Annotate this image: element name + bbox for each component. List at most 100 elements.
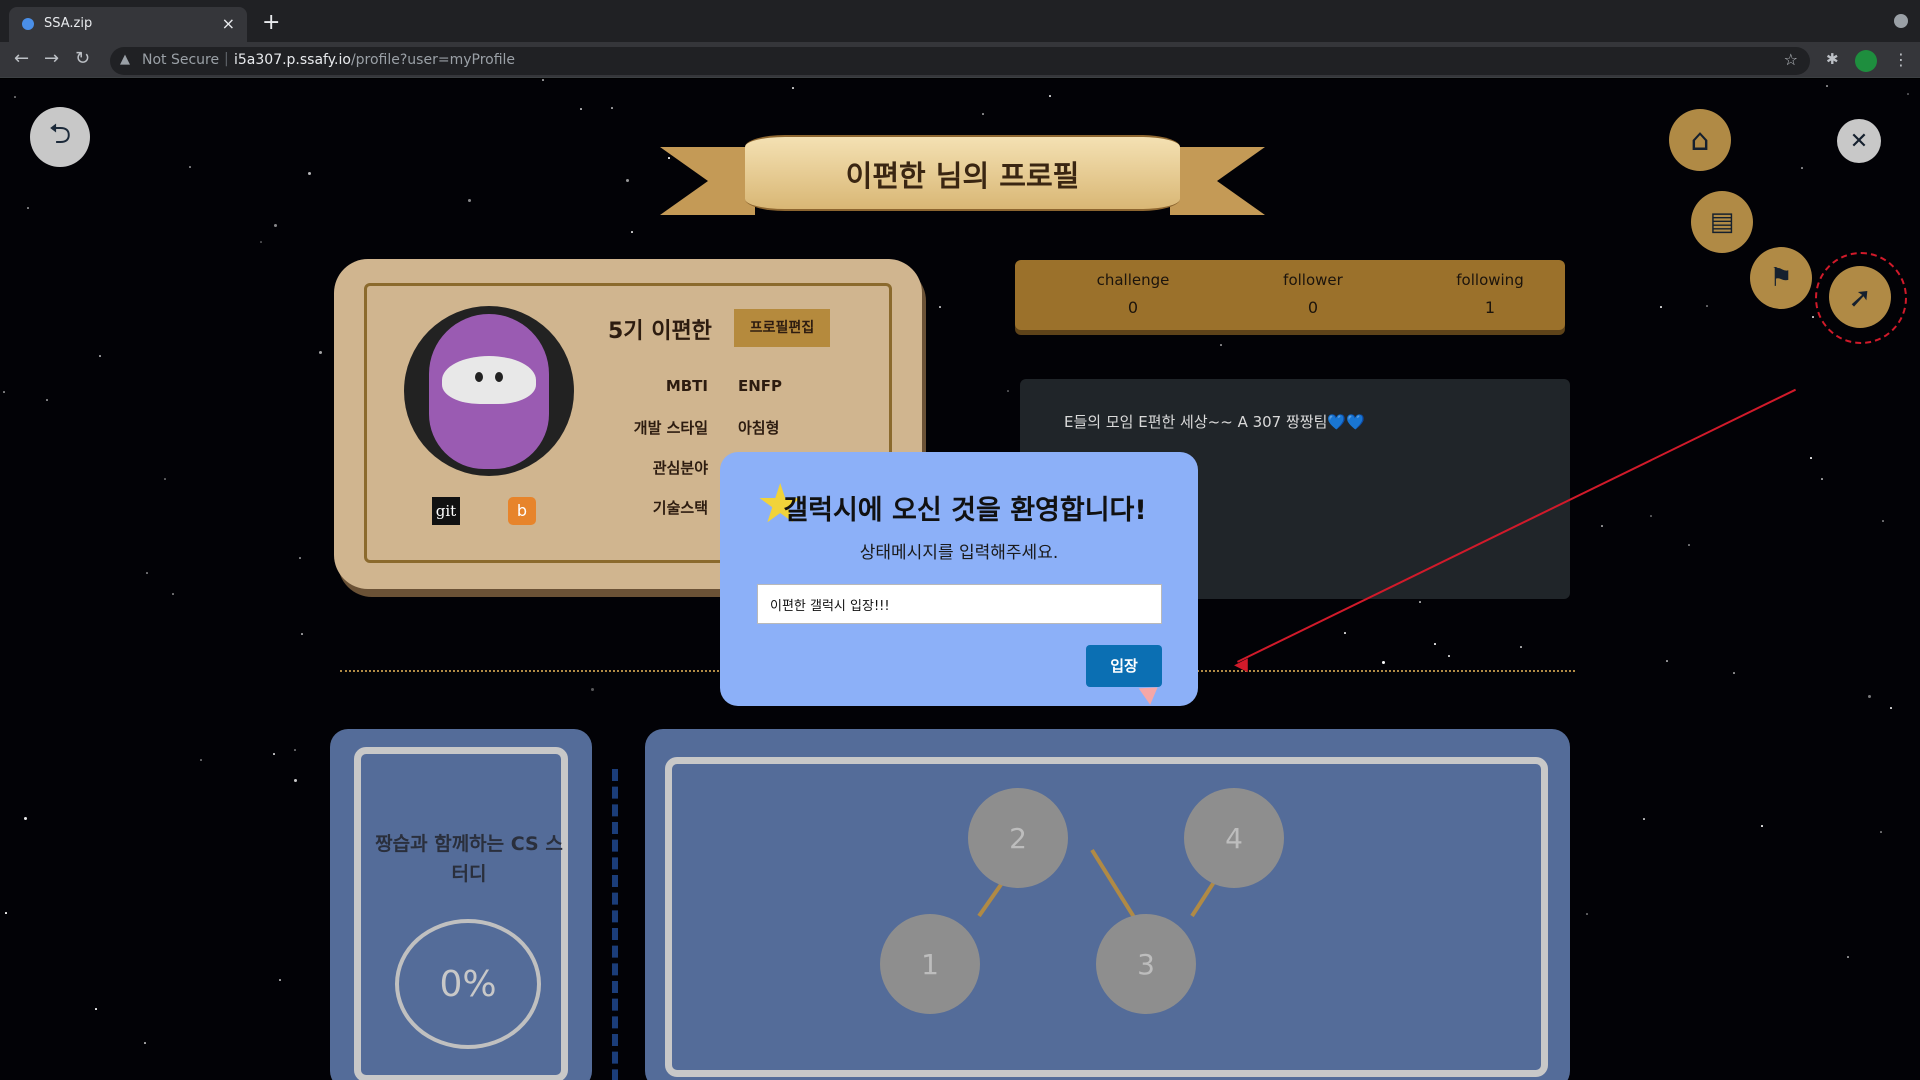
- browser-menu-icon[interactable]: ⋮: [1893, 50, 1909, 69]
- profile-banner: 이편한 님의 프로필: [660, 127, 1265, 227]
- star-dot: [1868, 695, 1871, 698]
- address-bar[interactable]: ▲ Not Secure | i5a307.p.ssafy.io/profile…: [110, 47, 1810, 75]
- star-dot: [1826, 85, 1828, 87]
- reload-icon[interactable]: ↻: [75, 48, 90, 69]
- roadmap-node[interactable]: 4: [1184, 788, 1284, 888]
- status-message: E들의 모임 E편한 세상~~ A 307 짱짱팀💙💙: [1064, 413, 1365, 431]
- interest-label: 관심분야: [652, 459, 708, 477]
- id-card-icon: ▤: [1709, 207, 1735, 237]
- star-dot: [273, 753, 275, 755]
- follower-stat[interactable]: follower 0: [1243, 271, 1383, 317]
- star-dot: [1220, 344, 1222, 346]
- star-dot: [1761, 825, 1763, 827]
- star-dot: [1688, 544, 1690, 546]
- dev-style-label: 개발 스타일: [633, 419, 708, 437]
- star-dot: [631, 231, 633, 233]
- star-dot: [274, 224, 277, 227]
- following-count: 1: [1484, 298, 1496, 317]
- roadmap-node[interactable]: 1: [880, 914, 980, 1014]
- star-dot: [1733, 672, 1735, 674]
- roadmap-node[interactable]: 3: [1096, 914, 1196, 1014]
- study-ticket-stub[interactable]: 짱습과 함께하는 CS 스터디 0%: [330, 729, 592, 1080]
- star-dot: [1907, 93, 1909, 95]
- tab-search-icon[interactable]: [1894, 14, 1908, 28]
- close-button[interactable]: ✕: [1837, 119, 1881, 163]
- star-dot: [1650, 515, 1652, 517]
- star-dot: [1810, 457, 1812, 459]
- star-dot: [319, 351, 322, 354]
- star-dot: [1801, 167, 1803, 169]
- star-dot: [146, 572, 148, 574]
- following-label: following: [1456, 271, 1524, 289]
- progress-ring: 0%: [395, 919, 541, 1049]
- browser-toolbar: ← → ↻ ▲ Not Secure | i5a307.p.ssafy.io/p…: [0, 42, 1920, 78]
- star-dot: [164, 478, 166, 480]
- star-dot: [279, 979, 281, 981]
- edit-profile-button[interactable]: 프로필편집: [734, 309, 830, 347]
- star-dot: [1890, 707, 1892, 709]
- roadmap-edge: [1090, 848, 1137, 919]
- star-dot: [1821, 478, 1823, 480]
- forward-icon[interactable]: →: [44, 48, 59, 69]
- url-host: i5a307.p.ssafy.io: [234, 52, 351, 68]
- blog-link-icon[interactable]: b: [508, 497, 536, 525]
- star-dot: [1847, 956, 1849, 958]
- challenge-label: challenge: [1096, 271, 1170, 289]
- follower-count: 0: [1307, 298, 1319, 317]
- browser-profile-avatar[interactable]: [1855, 50, 1877, 72]
- star-dot: [1520, 646, 1522, 648]
- url-text: i5a307.p.ssafy.io/profile?user=myProfile: [234, 52, 515, 68]
- star-dot: [1601, 525, 1603, 527]
- star-dot: [1660, 306, 1662, 308]
- star-dot: [542, 79, 544, 81]
- following-stat[interactable]: following 1: [1420, 271, 1560, 317]
- star-dot: [3, 391, 5, 393]
- progress-value: 0%: [439, 963, 497, 1005]
- star-dot: [1643, 818, 1645, 820]
- warning-icon: ▲: [120, 52, 130, 67]
- follower-label: follower: [1283, 271, 1343, 289]
- profile-card-button[interactable]: ▤: [1691, 191, 1753, 253]
- modal-title: 갤럭시에 오신 것을 환영합니다!: [783, 495, 1147, 526]
- study-title: 짱습과 함께하는 CS 스터디: [375, 833, 563, 885]
- mbti-label: MBTI: [665, 377, 708, 395]
- star-dot: [1419, 601, 1421, 603]
- home-button[interactable]: ⌂: [1669, 109, 1731, 171]
- star-dot: [260, 241, 262, 243]
- avatar: [404, 306, 574, 476]
- star-dot: [308, 172, 311, 175]
- annotation-circle: [1815, 252, 1907, 344]
- git-link-icon[interactable]: git: [432, 497, 460, 525]
- browser-tab[interactable]: SSA.zip ×: [9, 7, 247, 42]
- star-dot: [95, 1008, 97, 1010]
- tab-close-icon[interactable]: ×: [222, 14, 235, 33]
- bookmark-star-icon[interactable]: ☆: [1784, 50, 1798, 69]
- profile-name: 5기 이편한: [608, 319, 712, 344]
- welcome-modal: ★ 갤럭시에 오신 것을 환영합니다! 상태메시지를 입력해주세요. 입장: [720, 452, 1198, 706]
- flag-button[interactable]: ⚑: [1750, 247, 1812, 309]
- star-dot: [591, 688, 594, 691]
- tab-title: SSA.zip: [44, 16, 93, 31]
- back-arrow-icon: ⮌: [48, 117, 72, 150]
- star-dot: [611, 107, 613, 109]
- star-dot: [1448, 655, 1450, 657]
- tech-stack-label: 기술스택: [652, 499, 708, 517]
- status-message-input[interactable]: [757, 584, 1162, 624]
- back-button[interactable]: ⮌: [30, 107, 90, 167]
- star-dot: [468, 199, 471, 202]
- extensions-icon[interactable]: ✱: [1826, 50, 1839, 68]
- star-dot: [46, 399, 48, 401]
- roadmap-node[interactable]: 2: [968, 788, 1068, 888]
- star-dot: [294, 749, 296, 751]
- home-icon: ⌂: [1690, 122, 1710, 158]
- dev-style-value: 아침형: [738, 419, 780, 437]
- new-tab-button[interactable]: +: [262, 10, 280, 35]
- star-dot: [200, 759, 202, 761]
- ticket-perforation: [612, 769, 618, 1080]
- star-dot: [1344, 632, 1346, 634]
- star-dot: [982, 113, 984, 115]
- challenge-stat[interactable]: challenge 0: [1063, 271, 1203, 317]
- back-icon[interactable]: ←: [14, 48, 29, 69]
- star-dot: [792, 87, 794, 89]
- star-dot: [1049, 95, 1051, 97]
